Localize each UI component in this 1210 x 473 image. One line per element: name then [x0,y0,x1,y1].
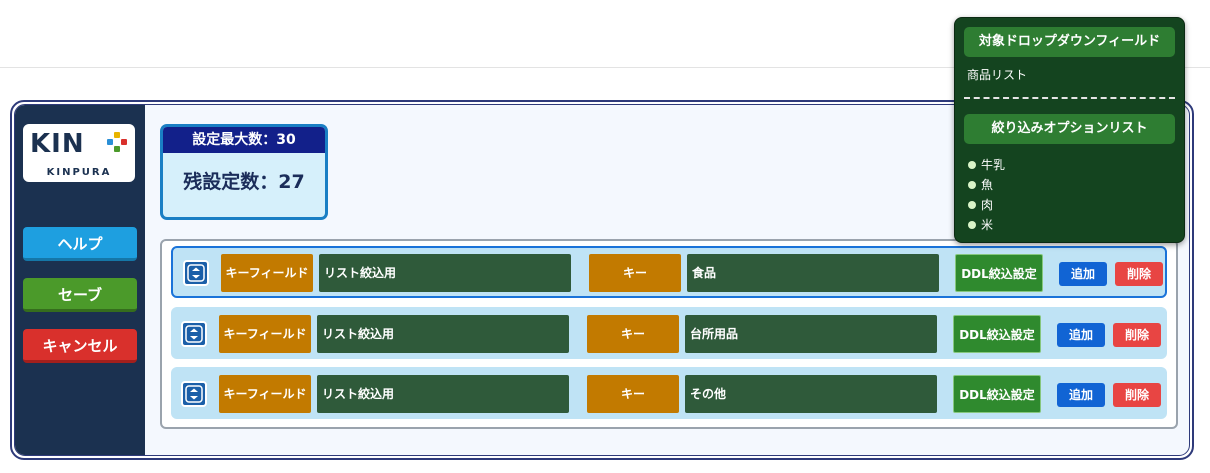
logo-text: KIN [30,129,85,159]
ddl-filter-button[interactable]: DDL絞込設定 [953,375,1041,413]
ddl-filter-button[interactable]: DDL絞込設定 [953,315,1041,353]
sidebar: KIN KINPURA ヘルプ セーブ キャンセル [15,105,145,455]
settings-row: キーフィールド リスト絞込用 キー その他 DDL絞込設定 追加 削除 [171,367,1167,419]
delete-button[interactable]: 削除 [1113,383,1161,407]
key-field-label: キーフィールド [219,315,311,353]
filter-options-list: 牛乳 魚 肉 米 [967,155,1005,235]
remaining-settings-label: 残設定数：27 [183,171,305,193]
sort-updown-icon[interactable] [183,260,209,286]
delete-button[interactable]: 削除 [1115,262,1163,286]
add-button[interactable]: 追加 [1057,383,1105,407]
ddl-filter-tooltip: 対象ドロップダウンフィールド 商品リスト 絞り込みオプションリスト 牛乳 魚 肉… [954,17,1185,243]
save-button[interactable]: セーブ [23,278,137,312]
settings-row: キーフィールド リスト絞込用 キー 食品 DDL絞込設定 追加 削除 [171,246,1167,298]
key-field-value[interactable]: リスト絞込用 [317,315,569,353]
target-dropdown-heading: 対象ドロップダウンフィールド [964,27,1175,57]
add-button[interactable]: 追加 [1059,262,1107,286]
logo-subtext: KINPURA [46,167,112,178]
settings-rows: キーフィールド リスト絞込用 キー 食品 DDL絞込設定 追加 削除 キーフィー… [160,239,1178,429]
key-label: キー [587,315,679,353]
filter-options-heading: 絞り込みオプションリスト [964,114,1175,144]
key-field-label: キーフィールド [219,375,311,413]
logo-blocks-icon [107,132,127,152]
key-value[interactable]: 台所用品 [685,315,937,353]
filter-option-item: 魚 [967,175,1005,195]
help-button[interactable]: ヘルプ [23,227,137,261]
key-label: キー [589,254,681,292]
key-field-label: キーフィールド [221,254,313,292]
filter-option-item: 米 [967,215,1005,235]
sort-updown-icon[interactable] [181,321,207,347]
max-settings-label: 設定最大数：30 [163,127,325,153]
settings-counter: 設定最大数：30 残設定数：27 [160,124,328,220]
ddl-filter-button[interactable]: DDL絞込設定 [955,254,1043,292]
delete-button[interactable]: 削除 [1113,323,1161,347]
cancel-button[interactable]: キャンセル [23,329,137,363]
filter-option-item: 肉 [967,195,1005,215]
key-value[interactable]: その他 [685,375,937,413]
key-label: キー [587,375,679,413]
add-button[interactable]: 追加 [1057,323,1105,347]
key-field-value[interactable]: リスト絞込用 [317,375,569,413]
key-value[interactable]: 食品 [687,254,939,292]
kinpura-logo: KIN KINPURA [23,124,135,182]
settings-row: キーフィールド リスト絞込用 キー 台所用品 DDL絞込設定 追加 削除 [171,307,1167,359]
sort-updown-icon[interactable] [181,381,207,407]
tooltip-divider [964,97,1175,99]
target-dropdown-value: 商品リスト [967,68,1028,82]
key-field-value[interactable]: リスト絞込用 [319,254,571,292]
filter-option-item: 牛乳 [967,155,1005,175]
